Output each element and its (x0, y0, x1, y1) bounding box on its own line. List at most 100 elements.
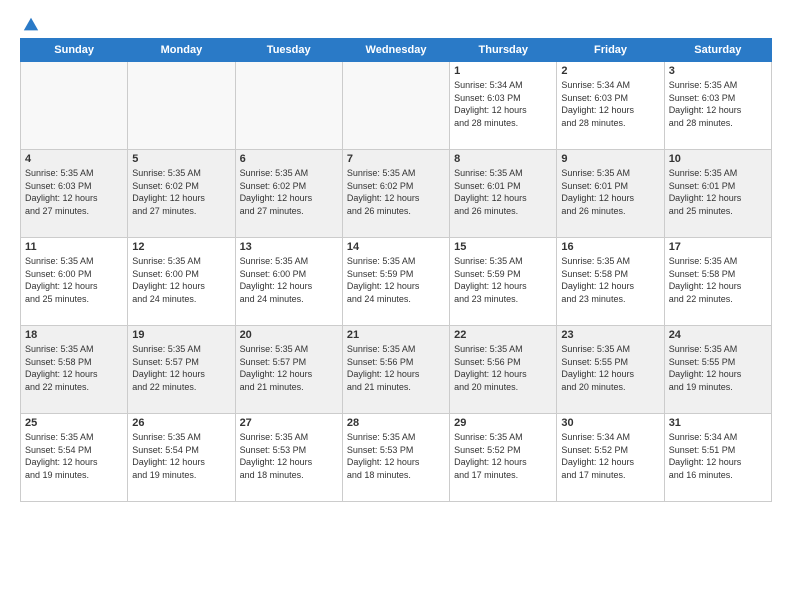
calendar-cell: 5 Sunrise: 5:35 AM Sunset: 6:02 PM Daylig… (128, 150, 235, 238)
day-number: 23 (561, 329, 659, 341)
day-number: 14 (347, 241, 445, 253)
day-info: Sunrise: 5:35 AM Sunset: 5:57 PM Dayligh… (132, 343, 230, 393)
day-info: Sunrise: 5:35 AM Sunset: 6:01 PM Dayligh… (454, 167, 552, 217)
calendar-cell: 28 Sunrise: 5:35 AM Sunset: 5:53 PM Dayli… (342, 414, 449, 502)
calendar: SundayMondayTuesdayWednesdayThursdayFrid… (20, 38, 772, 502)
day-info: Sunrise: 5:35 AM Sunset: 6:00 PM Dayligh… (25, 255, 123, 305)
day-number: 12 (132, 241, 230, 253)
day-info: Sunrise: 5:35 AM Sunset: 5:53 PM Dayligh… (240, 431, 338, 481)
day-info: Sunrise: 5:35 AM Sunset: 5:59 PM Dayligh… (454, 255, 552, 305)
day-info: Sunrise: 5:34 AM Sunset: 6:03 PM Dayligh… (561, 79, 659, 129)
weekday-header-row: SundayMondayTuesdayWednesdayThursdayFrid… (21, 39, 772, 62)
calendar-cell: 27 Sunrise: 5:35 AM Sunset: 5:53 PM Dayli… (235, 414, 342, 502)
calendar-cell: 18Sunrise: 5:35 AM Sunset: 5:58 PM Dayli… (21, 326, 128, 414)
day-info: Sunrise: 5:35 AM Sunset: 5:58 PM Dayligh… (561, 255, 659, 305)
day-number: 13 (240, 241, 338, 253)
weekday-header-friday: Friday (557, 39, 664, 62)
day-number: 4 (25, 153, 123, 165)
day-info: Sunrise: 5:35 AM Sunset: 5:58 PM Dayligh… (25, 343, 123, 393)
day-info: Sunrise: 5:35 AM Sunset: 6:03 PM Dayligh… (25, 167, 123, 217)
day-number: 28 (347, 417, 445, 429)
day-number: 25 (25, 417, 123, 429)
week-row-5: 25 Sunrise: 5:35 AM Sunset: 5:54 PM Dayli… (21, 414, 772, 502)
day-number: 16 (561, 241, 659, 253)
day-number: 9 (561, 153, 659, 165)
calendar-cell (21, 62, 128, 150)
day-info: Sunrise: 5:35 AM Sunset: 5:58 PM Dayligh… (669, 255, 767, 305)
logo (20, 16, 40, 30)
day-number: 17 (669, 241, 767, 253)
day-info: Sunrise: 5:35 AM Sunset: 5:54 PM Dayligh… (132, 431, 230, 481)
weekday-header-sunday: Sunday (21, 39, 128, 62)
week-row-4: 18Sunrise: 5:35 AM Sunset: 5:58 PM Dayli… (21, 326, 772, 414)
day-info: Sunrise: 5:35 AM Sunset: 6:02 PM Dayligh… (347, 167, 445, 217)
calendar-cell: 30 Sunrise: 5:34 AM Sunset: 5:52 PM Dayli… (557, 414, 664, 502)
calendar-cell: 13 Sunrise: 5:35 AM Sunset: 6:00 PM Dayli… (235, 238, 342, 326)
day-number: 20 (240, 329, 338, 341)
day-info: Sunrise: 5:35 AM Sunset: 6:03 PM Dayligh… (669, 79, 767, 129)
day-number: 3 (669, 65, 767, 77)
day-number: 6 (240, 153, 338, 165)
calendar-cell: 17 Sunrise: 5:35 AM Sunset: 5:58 PM Dayli… (664, 238, 771, 326)
day-number: 10 (669, 153, 767, 165)
calendar-cell: 14 Sunrise: 5:35 AM Sunset: 5:59 PM Dayli… (342, 238, 449, 326)
calendar-cell: 12 Sunrise: 5:35 AM Sunset: 6:00 PM Dayli… (128, 238, 235, 326)
calendar-cell: 6 Sunrise: 5:35 AM Sunset: 6:02 PM Daylig… (235, 150, 342, 238)
page: SundayMondayTuesdayWednesdayThursdayFrid… (0, 0, 792, 612)
calendar-cell: 3 Sunrise: 5:35 AM Sunset: 6:03 PM Daylig… (664, 62, 771, 150)
day-number: 21 (347, 329, 445, 341)
day-number: 7 (347, 153, 445, 165)
day-info: Sunrise: 5:35 AM Sunset: 5:56 PM Dayligh… (454, 343, 552, 393)
weekday-header-saturday: Saturday (664, 39, 771, 62)
logo-icon (22, 16, 40, 34)
day-number: 27 (240, 417, 338, 429)
calendar-cell (128, 62, 235, 150)
day-number: 11 (25, 241, 123, 253)
day-number: 30 (561, 417, 659, 429)
weekday-header-tuesday: Tuesday (235, 39, 342, 62)
day-info: Sunrise: 5:35 AM Sunset: 5:56 PM Dayligh… (347, 343, 445, 393)
day-number: 2 (561, 65, 659, 77)
day-info: Sunrise: 5:35 AM Sunset: 6:00 PM Dayligh… (240, 255, 338, 305)
calendar-cell: 29Sunrise: 5:35 AM Sunset: 5:52 PM Dayli… (450, 414, 557, 502)
calendar-cell: 22 Sunrise: 5:35 AM Sunset: 5:56 PM Dayli… (450, 326, 557, 414)
calendar-cell (235, 62, 342, 150)
day-info: Sunrise: 5:35 AM Sunset: 6:00 PM Dayligh… (132, 255, 230, 305)
calendar-cell: 26 Sunrise: 5:35 AM Sunset: 5:54 PM Dayli… (128, 414, 235, 502)
day-info: Sunrise: 5:35 AM Sunset: 5:52 PM Dayligh… (454, 431, 552, 481)
day-number: 24 (669, 329, 767, 341)
header (20, 16, 772, 30)
day-info: Sunrise: 5:35 AM Sunset: 5:55 PM Dayligh… (561, 343, 659, 393)
calendar-cell: 11 Sunrise: 5:35 AM Sunset: 6:00 PM Dayli… (21, 238, 128, 326)
day-info: Sunrise: 5:35 AM Sunset: 6:02 PM Dayligh… (240, 167, 338, 217)
calendar-cell: 24 Sunrise: 5:35 AM Sunset: 5:55 PM Dayli… (664, 326, 771, 414)
calendar-cell: 7 Sunrise: 5:35 AM Sunset: 6:02 PM Daylig… (342, 150, 449, 238)
weekday-header-thursday: Thursday (450, 39, 557, 62)
day-number: 1 (454, 65, 552, 77)
calendar-cell: 1 Sunrise: 5:34 AM Sunset: 6:03 PM Daylig… (450, 62, 557, 150)
calendar-cell: 10 Sunrise: 5:35 AM Sunset: 6:01 PM Dayli… (664, 150, 771, 238)
day-number: 19 (132, 329, 230, 341)
day-info: Sunrise: 5:35 AM Sunset: 6:01 PM Dayligh… (669, 167, 767, 217)
calendar-cell: 8Sunrise: 5:35 AM Sunset: 6:01 PM Daylig… (450, 150, 557, 238)
calendar-cell: 16 Sunrise: 5:35 AM Sunset: 5:58 PM Dayli… (557, 238, 664, 326)
calendar-cell: 20 Sunrise: 5:35 AM Sunset: 5:57 PM Dayli… (235, 326, 342, 414)
calendar-cell: 23 Sunrise: 5:35 AM Sunset: 5:55 PM Dayli… (557, 326, 664, 414)
day-info: Sunrise: 5:35 AM Sunset: 5:57 PM Dayligh… (240, 343, 338, 393)
day-number: 22 (454, 329, 552, 341)
day-info: Sunrise: 5:35 AM Sunset: 5:55 PM Dayligh… (669, 343, 767, 393)
calendar-cell: 31Sunrise: 5:34 AM Sunset: 5:51 PM Dayli… (664, 414, 771, 502)
day-info: Sunrise: 5:35 AM Sunset: 5:54 PM Dayligh… (25, 431, 123, 481)
day-info: Sunrise: 5:35 AM Sunset: 6:01 PM Dayligh… (561, 167, 659, 217)
day-number: 31 (669, 417, 767, 429)
day-info: Sunrise: 5:35 AM Sunset: 5:53 PM Dayligh… (347, 431, 445, 481)
day-info: Sunrise: 5:34 AM Sunset: 5:52 PM Dayligh… (561, 431, 659, 481)
day-info: Sunrise: 5:35 AM Sunset: 6:02 PM Dayligh… (132, 167, 230, 217)
day-info: Sunrise: 5:35 AM Sunset: 5:59 PM Dayligh… (347, 255, 445, 305)
day-info: Sunrise: 5:34 AM Sunset: 6:03 PM Dayligh… (454, 79, 552, 129)
calendar-cell: 4 Sunrise: 5:35 AM Sunset: 6:03 PM Daylig… (21, 150, 128, 238)
calendar-cell: 9 Sunrise: 5:35 AM Sunset: 6:01 PM Daylig… (557, 150, 664, 238)
day-number: 26 (132, 417, 230, 429)
day-number: 15 (454, 241, 552, 253)
day-number: 5 (132, 153, 230, 165)
